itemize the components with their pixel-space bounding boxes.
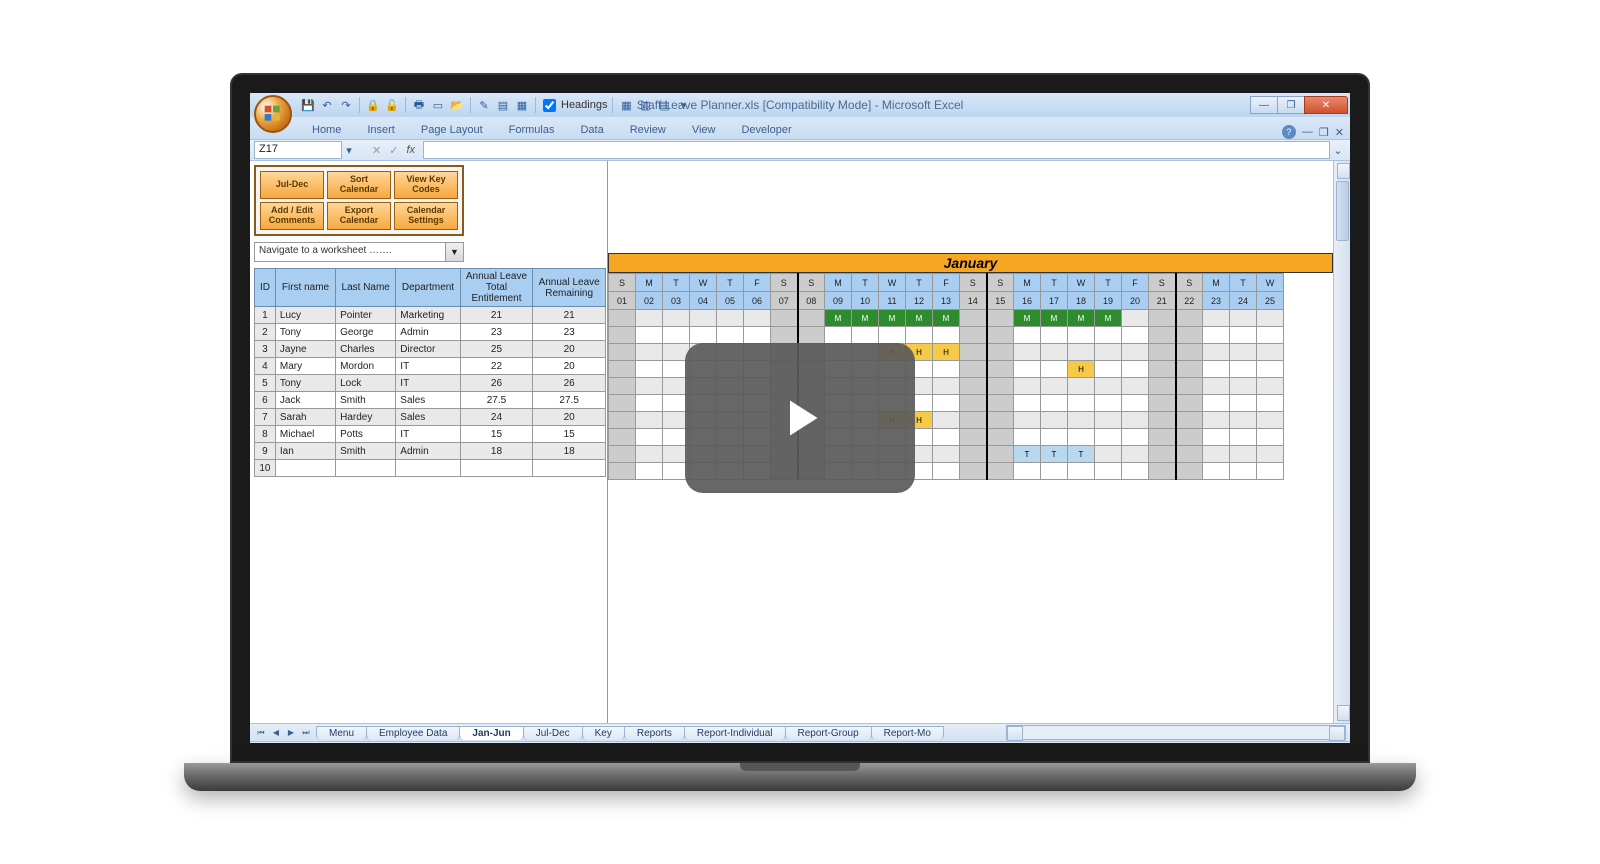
confirm-formula-icon[interactable]: ✓: [385, 144, 402, 157]
window-title: Staff Leave Planner.xls [Compatibility M…: [637, 98, 964, 112]
export-calendar-button[interactable]: Export Calendar: [327, 202, 391, 230]
restore-ribbon-icon[interactable]: —: [1302, 126, 1313, 138]
redo-icon[interactable]: ↷: [338, 97, 354, 113]
excel-window: 💾 ↶ ↷ 🔒 🔓 🖶 ▭ 📂 ✎ ▤ ▦ Headings ▦ ▥ ▤ ▾ S…: [250, 93, 1350, 743]
vertical-scrollbar[interactable]: [1333, 161, 1350, 723]
headings-label: Headings: [561, 99, 607, 111]
print-icon[interactable]: 🖶: [411, 97, 427, 113]
view-key-codes-button[interactable]: View Key Codes: [394, 171, 458, 199]
headings-checkbox[interactable]: [543, 99, 556, 112]
table-row[interactable]: 6JackSmithSales27.527.5: [255, 392, 606, 409]
table-row[interactable]: 8MichaelPottsIT1515: [255, 426, 606, 443]
ribbon-minimize-icon[interactable]: ❐: [1319, 126, 1329, 139]
formula-input[interactable]: [423, 141, 1330, 159]
sheet-tab-reports[interactable]: Reports: [624, 726, 685, 740]
formula-bar: Z17 ▾ ✕ ✓ fx ⌄: [250, 139, 1350, 161]
staff-table: ID First name Last Name Department Annua…: [254, 268, 606, 477]
status-bar: Ready ▢ 100% − +: [250, 741, 1350, 743]
ribbon-tab-data[interactable]: Data: [568, 121, 615, 139]
tab-nav-buttons: ⏮ ◀ ▶ ⏭: [250, 726, 317, 740]
sheet-tab-jul-dec[interactable]: Jul-Dec: [523, 726, 583, 740]
ribbon-tab-formulas[interactable]: Formulas: [497, 121, 567, 139]
ribbon-tab-home[interactable]: Home: [300, 121, 353, 139]
table-row[interactable]: 7SarahHardeySales2420: [255, 409, 606, 426]
col-dept: Department: [396, 269, 460, 307]
table-row[interactable]: 2TonyGeorgeAdmin2323: [255, 324, 606, 341]
sheet-tab-bar: ⏮ ◀ ▶ ⏭ MenuEmployee DataJan-JunJul-DecK…: [250, 723, 1350, 741]
col-last: Last Name: [336, 269, 396, 307]
play-icon: [770, 388, 830, 448]
help-icon[interactable]: ?: [1282, 125, 1296, 139]
office-button[interactable]: [254, 95, 292, 133]
laptop-base: [184, 763, 1416, 791]
jul-dec-button[interactable]: Jul-Dec: [260, 171, 324, 199]
table-row[interactable]: 9IanSmithAdmin1818: [255, 443, 606, 460]
horizontal-scrollbar[interactable]: [1006, 725, 1346, 740]
sheet-icon[interactable]: ▦: [514, 97, 530, 113]
ribbon-tab-review[interactable]: Review: [618, 121, 678, 139]
next-tab-icon[interactable]: ▶: [284, 726, 298, 740]
sheet-tab-report-mo[interactable]: Report-Mo: [871, 726, 944, 740]
grid-icon[interactable]: ▦: [618, 97, 634, 113]
control-button-panel: Jul-Dec Sort Calendar View Key Codes Add…: [254, 165, 464, 236]
sheet-tab-report-individual[interactable]: Report-Individual: [684, 726, 786, 740]
save-icon[interactable]: 💾: [300, 97, 316, 113]
col-id: ID: [255, 269, 276, 307]
formula-expand-icon[interactable]: ⌄: [1330, 144, 1346, 157]
table-row[interactable]: 1LucyPointerMarketing2121: [255, 307, 606, 324]
ribbon-tab-insert[interactable]: Insert: [355, 121, 407, 139]
sheet-tab-jan-jun[interactable]: Jan-Jun: [459, 726, 523, 740]
navigate-dropdown-text: Navigate to a worksheet …….: [254, 242, 446, 262]
close-button[interactable]: ✕: [1304, 96, 1348, 114]
sheet-tab-menu[interactable]: Menu: [316, 726, 367, 740]
undo-icon[interactable]: ↶: [319, 97, 335, 113]
prev-tab-icon[interactable]: ◀: [269, 726, 283, 740]
namebox-dropdown-icon[interactable]: ▾: [342, 144, 356, 157]
last-tab-icon[interactable]: ⏭: [299, 726, 313, 740]
col-first: First name: [275, 269, 335, 307]
laptop-bezel: 💾 ↶ ↷ 🔒 🔓 🖶 ▭ 📂 ✎ ▤ ▦ Headings ▦ ▥ ▤ ▾ S…: [230, 73, 1370, 763]
navigate-worksheet-dropdown[interactable]: Navigate to a worksheet ……. ▼: [254, 242, 464, 262]
calendar-settings-button[interactable]: Calendar Settings: [394, 202, 458, 230]
table-row[interactable]: 10: [255, 460, 606, 477]
quick-access-toolbar: 💾 ↶ ↷ 🔒 🔓 🖶 ▭ 📂 ✎ ▤ ▦ Headings ▦ ▥ ▤ ▾: [300, 97, 691, 113]
chart-icon[interactable]: ▤: [495, 97, 511, 113]
col-remaining: Annual Leave Remaining: [533, 269, 606, 307]
col-entitlement: Annual Leave Total Entitlement: [460, 269, 533, 307]
laptop-frame: 💾 ↶ ↷ 🔒 🔓 🖶 ▭ 📂 ✎ ▤ ▦ Headings ▦ ▥ ▤ ▾ S…: [230, 73, 1370, 791]
video-play-overlay[interactable]: [685, 343, 915, 493]
lock-icon[interactable]: 🔒: [365, 97, 381, 113]
ribbon-help: ? — ❐ ✕: [1282, 125, 1344, 139]
titlebar: 💾 ↶ ↷ 🔒 🔓 🖶 ▭ 📂 ✎ ▤ ▦ Headings ▦ ▥ ▤ ▾ S…: [250, 93, 1350, 117]
lock-open-icon[interactable]: 🔓: [384, 97, 400, 113]
fx-button[interactable]: fx: [402, 144, 423, 156]
table-row[interactable]: 3JayneCharlesDirector2520: [255, 341, 606, 358]
sheet-tab-report-group[interactable]: Report-Group: [785, 726, 872, 740]
add-edit-comments-button[interactable]: Add / Edit Comments: [260, 202, 324, 230]
close-workbook-icon[interactable]: ✕: [1335, 126, 1344, 139]
left-pane: Jul-Dec Sort Calendar View Key Codes Add…: [250, 161, 608, 723]
chevron-down-icon: ▼: [446, 242, 464, 262]
cancel-formula-icon[interactable]: ✕: [368, 144, 385, 157]
name-box[interactable]: Z17: [254, 141, 342, 159]
month-header: January: [608, 253, 1333, 273]
table-row[interactable]: 4MaryMordonIT2220: [255, 358, 606, 375]
sort-calendar-button[interactable]: Sort Calendar: [327, 171, 391, 199]
sheet-tab-key[interactable]: Key: [582, 726, 625, 740]
ribbon-tab-page-layout[interactable]: Page Layout: [409, 121, 495, 139]
open-icon[interactable]: 📂: [449, 97, 465, 113]
window-controls: — ❐ ✕: [1251, 96, 1348, 114]
sheet-tab-employee-data[interactable]: Employee Data: [366, 726, 460, 740]
minimize-button[interactable]: —: [1250, 96, 1278, 114]
office-logo-icon: [263, 104, 283, 124]
table-row[interactable]: 5TonyLockIT2626: [255, 375, 606, 392]
ribbon-tabs: HomeInsertPage LayoutFormulasDataReviewV…: [250, 117, 1350, 139]
pencil-icon[interactable]: ✎: [476, 97, 492, 113]
ribbon-tab-developer[interactable]: Developer: [729, 121, 803, 139]
maximize-button[interactable]: ❐: [1277, 96, 1305, 114]
ribbon-tab-view[interactable]: View: [680, 121, 728, 139]
new-icon[interactable]: ▭: [430, 97, 446, 113]
first-tab-icon[interactable]: ⏮: [254, 726, 268, 740]
